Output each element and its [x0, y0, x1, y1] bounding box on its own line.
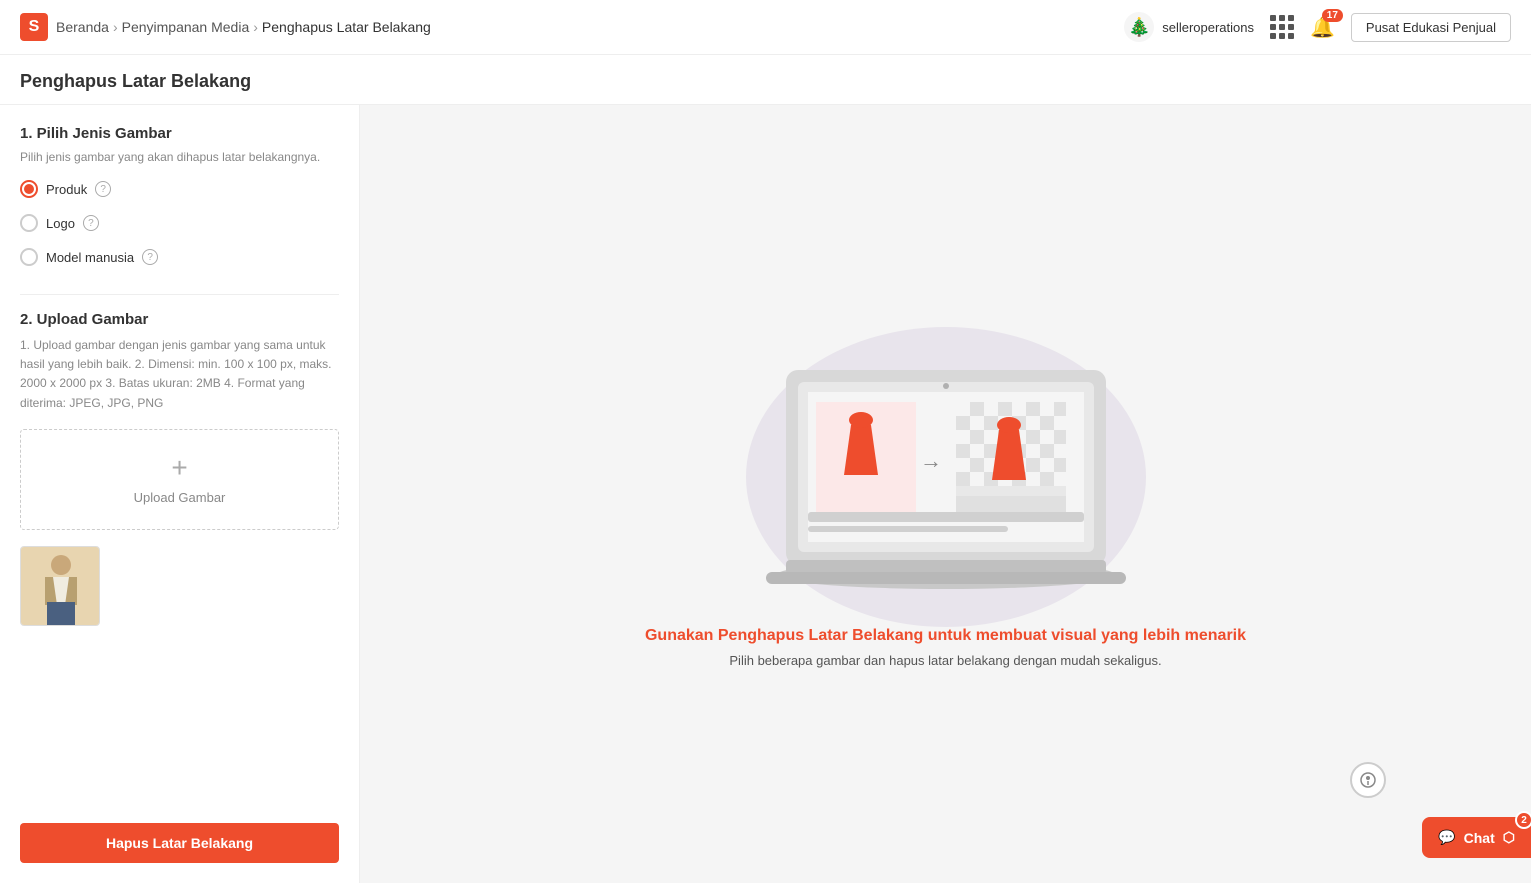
header-right: 🎄 selleroperations 🔔 17 Pusat Edukasi Pe…: [1124, 12, 1511, 42]
upload-plus-icon: +: [171, 454, 187, 482]
thumbnail-row: [20, 546, 339, 626]
produk-help-icon[interactable]: ?: [95, 181, 111, 197]
step1-title: 1. Pilih Jenis Gambar: [20, 125, 339, 142]
left-panel: 1. Pilih Jenis Gambar Pilih jenis gambar…: [0, 105, 360, 883]
main-container: 1. Pilih Jenis Gambar Pilih jenis gambar…: [0, 105, 1531, 883]
breadcrumb-home[interactable]: Beranda: [56, 19, 109, 35]
header: S Beranda › Penyimpanan Media › Penghapu…: [0, 0, 1531, 55]
breadcrumb-sep2: ›: [253, 19, 258, 35]
svg-text:→: →: [920, 448, 942, 473]
radio-model-label: Model manusia: [46, 250, 134, 265]
shopee-logo: S: [20, 13, 48, 41]
upload-instructions: 1. Upload gambar dengan jenis gambar yan…: [20, 336, 339, 413]
user-info: 🎄 selleroperations: [1124, 12, 1254, 42]
promo-desc: Pilih beberapa gambar dan hapus latar be…: [729, 653, 1161, 668]
chat-button[interactable]: 💬 Chat ⬡ 2: [1422, 817, 1531, 858]
thumbnail-1-img: [21, 547, 100, 626]
username: selleroperations: [1162, 20, 1254, 35]
chat-badge: 2: [1515, 811, 1531, 829]
radio-logo-label: Logo: [46, 216, 75, 231]
radio-produk[interactable]: Produk ?: [20, 180, 339, 198]
upload-label: Upload Gambar: [134, 490, 226, 505]
page-title: Penghapus Latar Belakang: [0, 55, 1531, 105]
notification-badge: 17: [1322, 9, 1343, 22]
expand-icon: ⬡: [1503, 829, 1515, 846]
step2-title: 2. Upload Gambar: [20, 311, 339, 328]
edu-button[interactable]: Pusat Edukasi Penjual: [1351, 13, 1511, 42]
right-panel: →: [360, 105, 1531, 883]
action-bar: Hapus Latar Belakang: [20, 807, 339, 863]
scroll-circle[interactable]: [1350, 762, 1386, 798]
breadcrumb-current: Penghapus Latar Belakang: [262, 19, 431, 35]
notification-wrapper[interactable]: 🔔 17: [1310, 15, 1335, 40]
section-divider: [20, 294, 339, 295]
radio-logo[interactable]: Logo ?: [20, 214, 339, 232]
upload-box[interactable]: + Upload Gambar: [20, 429, 339, 530]
breadcrumb-sep1: ›: [113, 19, 118, 35]
step1-desc: Pilih jenis gambar yang akan dihapus lat…: [20, 150, 339, 164]
radio-logo-circle[interactable]: [20, 214, 38, 232]
thumbnail-1[interactable]: [20, 546, 100, 626]
user-avatar: 🎄: [1124, 12, 1154, 42]
radio-model[interactable]: Model manusia ?: [20, 248, 339, 266]
grid-icon[interactable]: [1270, 15, 1294, 39]
radio-produk-label: Produk: [46, 182, 87, 197]
promo-title: Gunakan Penghapus Latar Belakang untuk m…: [645, 627, 1246, 645]
logo-help-icon[interactable]: ?: [83, 215, 99, 231]
model-help-icon[interactable]: ?: [142, 249, 158, 265]
radio-model-circle[interactable]: [20, 248, 38, 266]
laptop-illustration: →: [756, 320, 1136, 600]
breadcrumb-media[interactable]: Penyimpanan Media: [122, 19, 250, 35]
illustration-wrapper: →: [756, 320, 1136, 603]
scroll-icon: [1360, 772, 1376, 788]
remove-bg-button[interactable]: Hapus Latar Belakang: [20, 823, 339, 863]
chat-label: Chat: [1464, 830, 1495, 846]
breadcrumb: Beranda › Penyimpanan Media › Penghapus …: [56, 19, 431, 35]
image-type-radio-group: Produk ? Logo ? Model manusia ?: [20, 180, 339, 266]
radio-produk-circle[interactable]: [20, 180, 38, 198]
chat-icon: 💬: [1438, 829, 1455, 846]
